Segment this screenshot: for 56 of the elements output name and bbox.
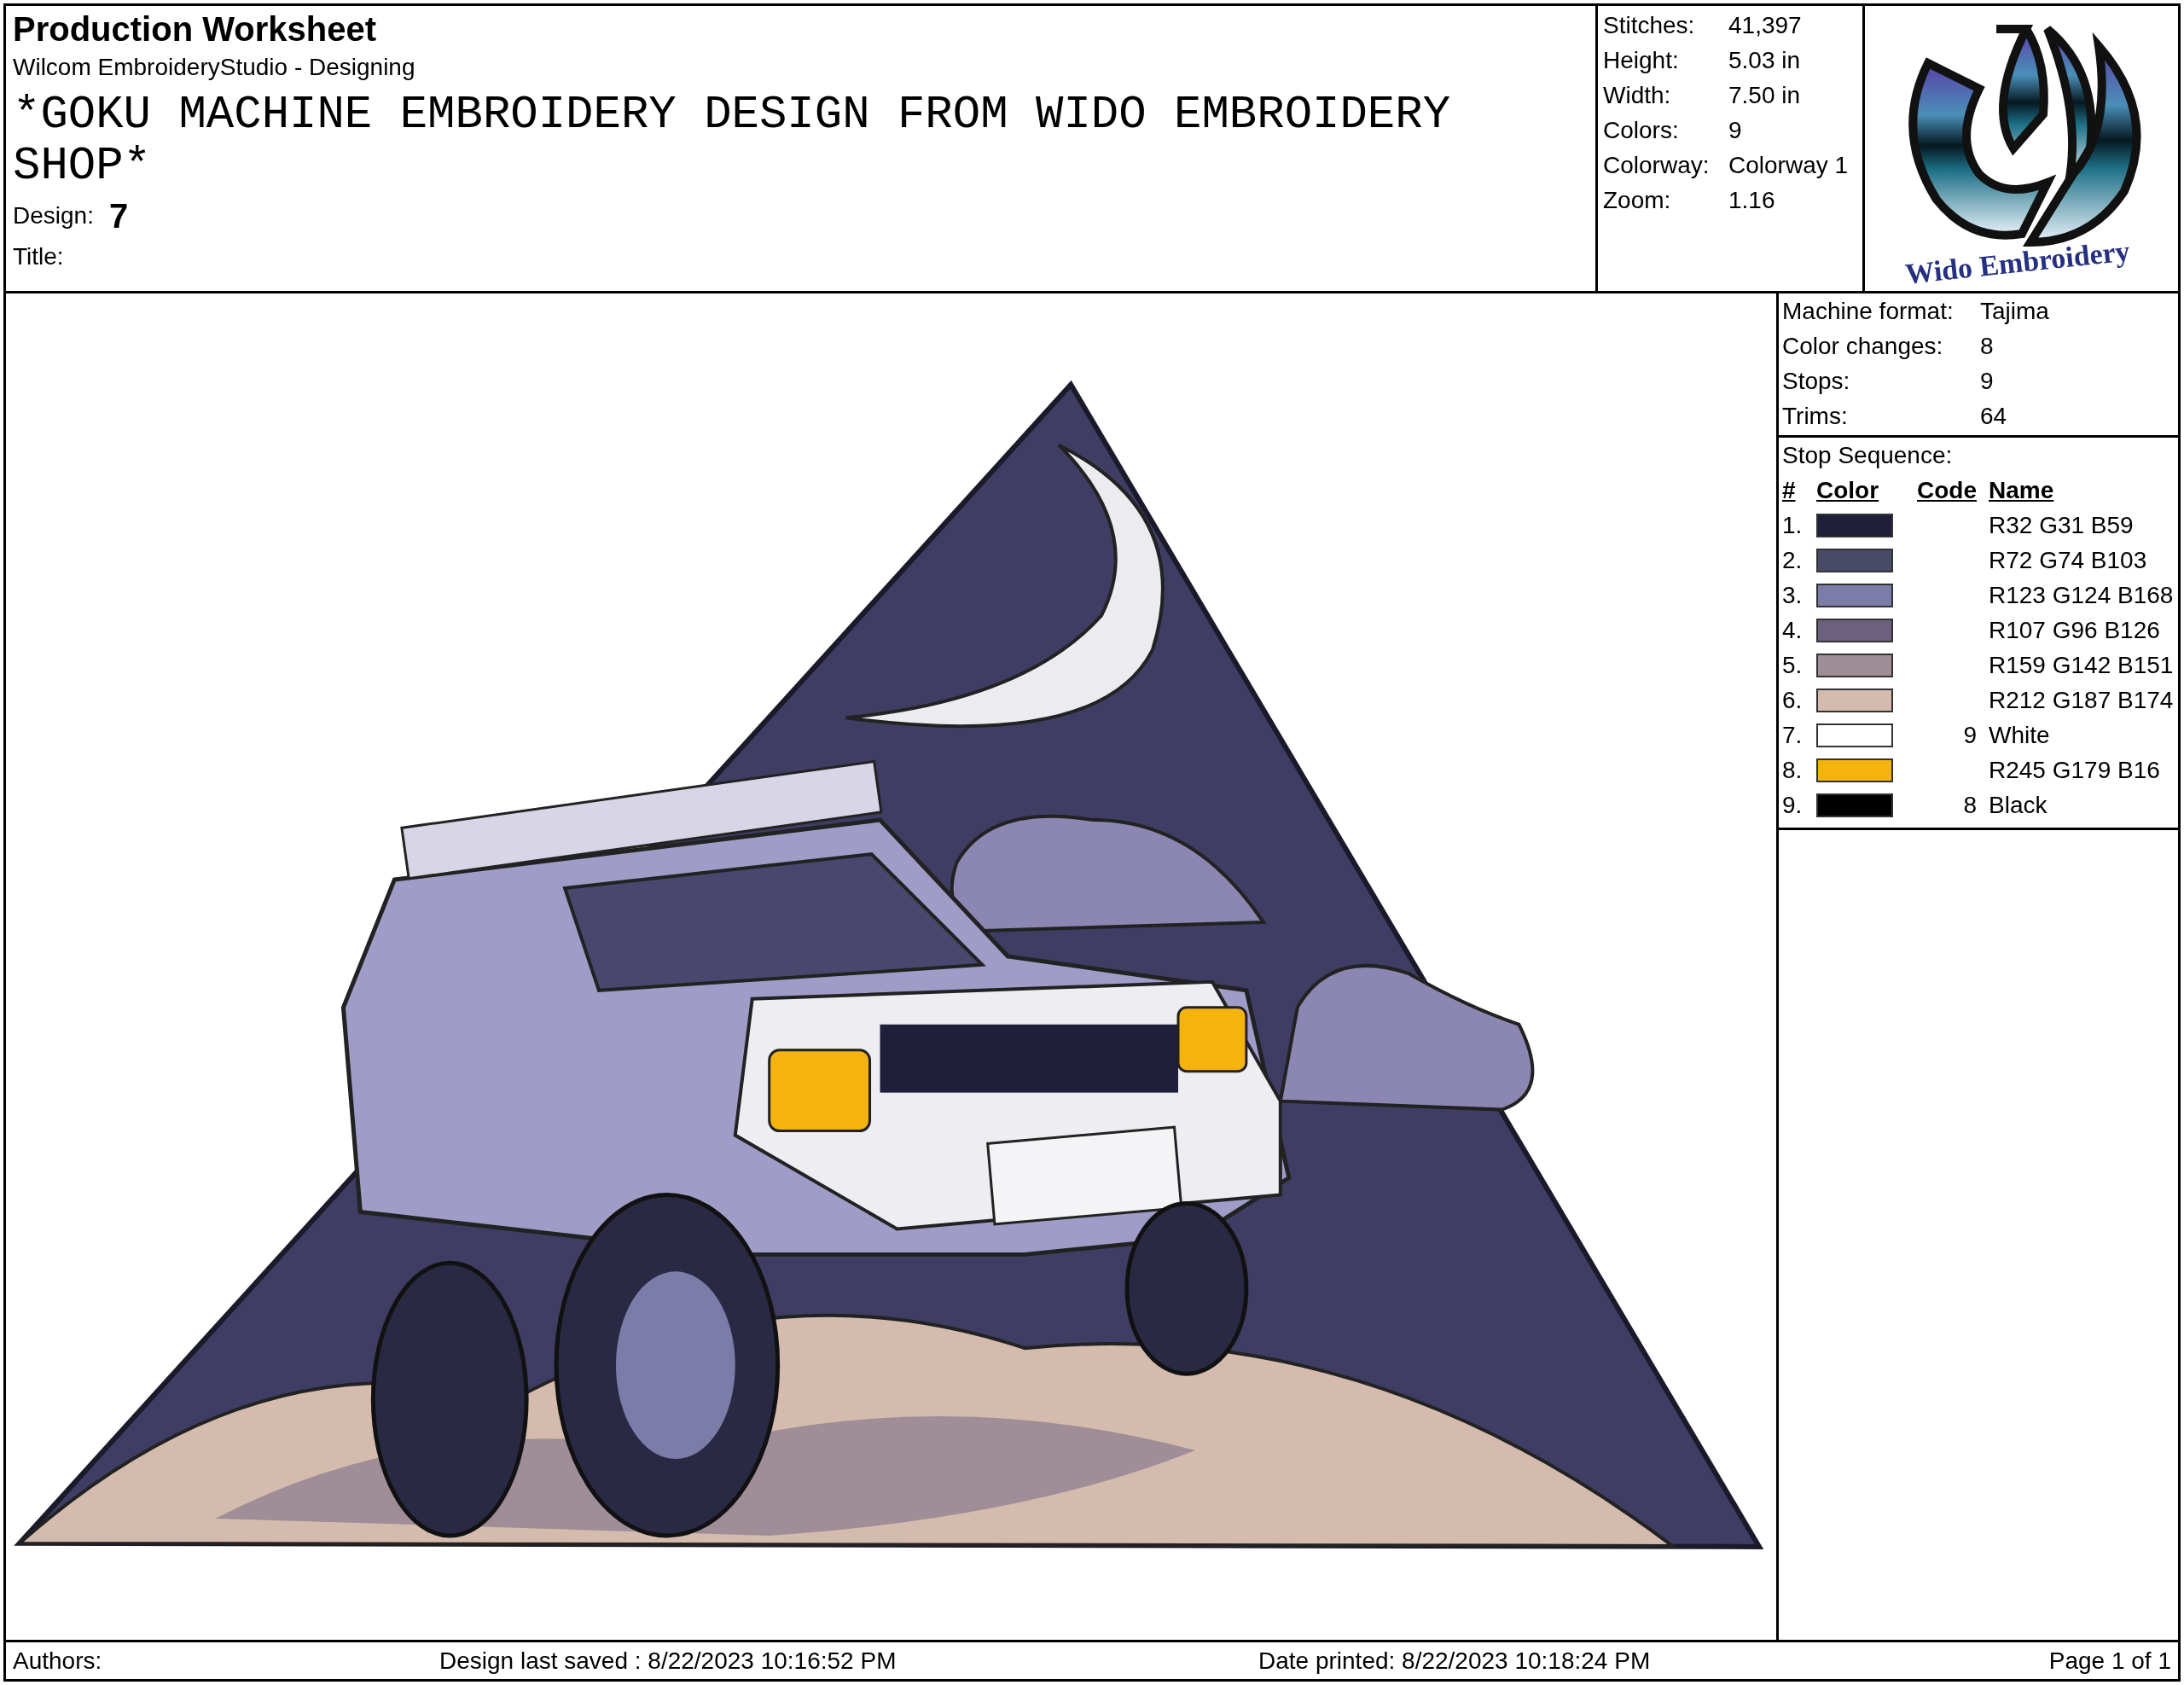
info-value: 64 bbox=[1980, 401, 2007, 431]
stat-label: Width: bbox=[1603, 80, 1672, 110]
stat-value: 1.16 bbox=[1728, 185, 1775, 215]
stat-label: Colorway: bbox=[1603, 150, 1711, 180]
row-number: 1. bbox=[1782, 510, 1804, 540]
info-value: 9 bbox=[1980, 366, 1994, 396]
thread-name: R245 G179 B16 bbox=[1989, 755, 2160, 785]
thread-name: R72 G74 B103 bbox=[1989, 545, 2147, 575]
thread-name: White bbox=[1989, 720, 2050, 750]
info-label: Stops: bbox=[1782, 366, 1851, 396]
column-header: Code bbox=[1916, 475, 1977, 505]
authors-label: Authors: bbox=[13, 1646, 103, 1676]
thread-name: R123 G124 B168 bbox=[1989, 580, 2174, 610]
thread-name: R212 G187 B174 bbox=[1989, 685, 2174, 715]
row-number: 7. bbox=[1782, 720, 1804, 750]
stat-label: Colors: bbox=[1603, 115, 1680, 145]
title-label: Title: bbox=[13, 242, 65, 271]
stat-label: Height: bbox=[1603, 45, 1680, 75]
info-value: Tajima bbox=[1980, 296, 2049, 326]
stat-value: Colorway 1 bbox=[1728, 150, 1849, 180]
thread-name: Black bbox=[1989, 790, 2048, 820]
last-saved-date: Design last saved : 8/22/2023 10:16:52 PM bbox=[439, 1646, 897, 1676]
design-number: 7 bbox=[108, 196, 129, 236]
stat-label: Zoom: bbox=[1603, 185, 1672, 215]
row-number: 2. bbox=[1782, 545, 1804, 575]
design-label: Design: bbox=[13, 201, 94, 230]
thread-name: R159 G142 B151 bbox=[1989, 650, 2174, 680]
company-logo: Wido Embroidery bbox=[1876, 12, 2167, 286]
info-value: 8 bbox=[1980, 331, 1994, 361]
row-number: 5. bbox=[1782, 650, 1804, 680]
column-header: # bbox=[1782, 475, 1797, 505]
row-number: 4. bbox=[1782, 615, 1804, 645]
page-number: Page 1 of 1 bbox=[2048, 1646, 2171, 1676]
info-label: Color changes: bbox=[1782, 331, 1944, 361]
thread-name: R32 G31 B59 bbox=[1989, 510, 2134, 540]
info-label: Machine format: bbox=[1782, 296, 1955, 326]
thread-code: 9 bbox=[1962, 720, 1977, 750]
design-name: *GOKU MACHINE EMBROIDERY DESIGN FROM WIDO EMBROIDERY SHOP* bbox=[13, 90, 1452, 192]
row-number: 6. bbox=[1782, 685, 1804, 715]
worksheet-title: Production Worksheet bbox=[13, 9, 377, 49]
thread-code: 8 bbox=[1962, 790, 1977, 820]
stat-value: 5.03 in bbox=[1728, 45, 1801, 75]
row-number: 9. bbox=[1782, 790, 1804, 820]
stat-label: Stitches: bbox=[1603, 10, 1696, 40]
stat-value: 7.50 in bbox=[1728, 80, 1801, 110]
row-number: 3. bbox=[1782, 580, 1804, 610]
software-name: Wilcom EmbroideryStudio - Designing bbox=[13, 53, 416, 82]
stat-value: 41,397 bbox=[1728, 10, 1802, 40]
stop-sequence-title: Stop Sequence: bbox=[1782, 441, 1954, 471]
info-label: Trims: bbox=[1782, 401, 1849, 431]
column-header: Color bbox=[1816, 475, 1880, 505]
thread-name: R107 G96 B126 bbox=[1989, 615, 2160, 645]
print-date: Date printed: 8/22/2023 10:18:24 PM bbox=[1258, 1646, 1651, 1676]
row-number: 8. bbox=[1782, 755, 1804, 785]
column-header: Name bbox=[1989, 475, 2054, 505]
stat-value: 9 bbox=[1728, 115, 1742, 145]
